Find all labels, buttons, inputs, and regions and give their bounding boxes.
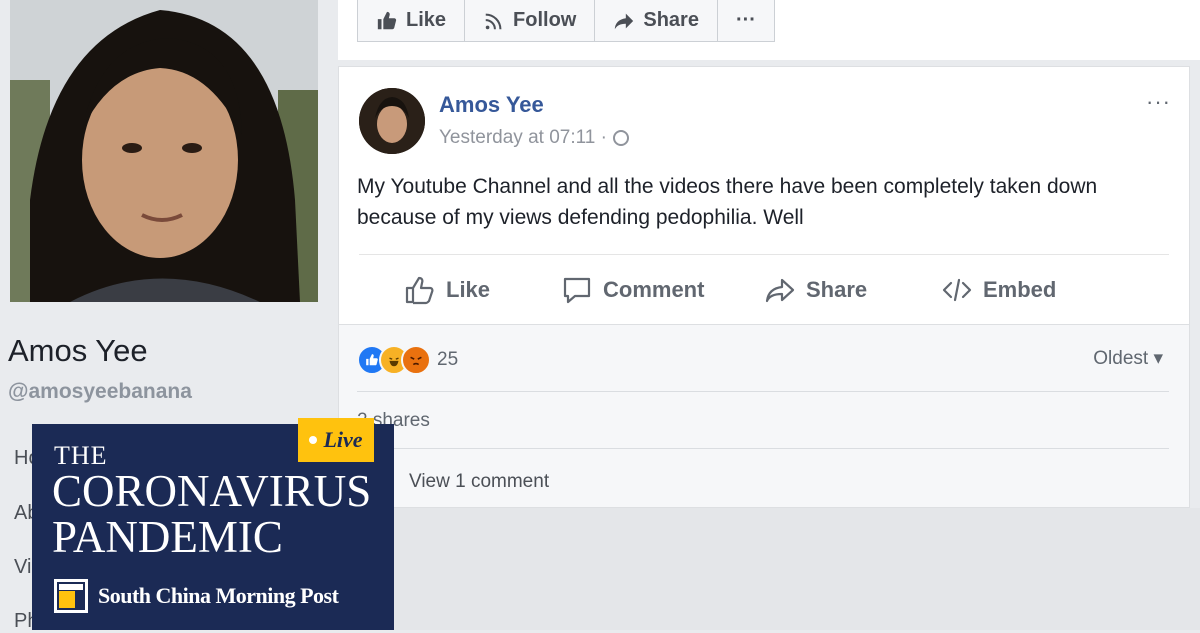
thumbs-up-icon xyxy=(377,11,397,29)
post-embed-button[interactable]: Embed xyxy=(941,275,1056,305)
live-badge: Live xyxy=(298,418,374,462)
post-timestamp-text: Yesterday at 07:11 · xyxy=(439,127,607,148)
comment-sort-dropdown[interactable]: Oldest ▾ xyxy=(1093,347,1163,370)
overlay-brand: South China Morning Post xyxy=(54,579,339,613)
post-timestamp[interactable]: Yesterday at 07:11 · xyxy=(439,127,629,149)
share-arrow-icon xyxy=(615,13,634,29)
post-author[interactable]: Amos Yee xyxy=(439,92,544,118)
share-outline-icon xyxy=(765,278,795,303)
post-actions-bar: Like Comment Share Embed xyxy=(359,254,1169,325)
post-like-button[interactable]: Like xyxy=(404,275,490,305)
page-like-label: Like xyxy=(406,9,447,31)
live-dot-icon xyxy=(309,436,318,444)
angry-reaction-icon xyxy=(401,345,431,375)
post-more-button[interactable]: ··· xyxy=(1146,89,1171,115)
overlay-title-line2: PANDEMIC xyxy=(52,512,283,562)
thumbs-up-outline-icon xyxy=(405,276,434,305)
page-share-button[interactable]: Share xyxy=(595,0,718,41)
reaction-count: 25 xyxy=(437,349,459,370)
post-embed-label: Embed xyxy=(983,277,1057,302)
overlay-title-line1: CORONAVIRUS xyxy=(52,466,372,516)
scmp-logo-icon xyxy=(54,579,88,613)
page-more-button[interactable]: ··· xyxy=(718,0,774,41)
post-card: Amos Yee Yesterday at 07:11 · ··· My You… xyxy=(338,66,1190,508)
view-comments-link[interactable]: View 1 comment xyxy=(409,471,549,493)
page-share-label: Share xyxy=(643,9,699,31)
post-comment-button[interactable]: Comment xyxy=(561,275,704,305)
feedback-divider xyxy=(357,448,1169,449)
more-icon: ··· xyxy=(735,9,756,31)
author-avatar[interactable] xyxy=(359,88,425,154)
overlay-title: CORONAVIRUS PANDEMIC xyxy=(52,468,371,560)
feedback-divider xyxy=(357,391,1169,392)
profile-photo[interactable] xyxy=(10,0,318,302)
live-label: Live xyxy=(323,427,363,452)
post-like-label: Like xyxy=(446,277,491,302)
post-text: My Youtube Channel and all the videos th… xyxy=(357,175,1098,229)
comment-icon xyxy=(563,277,591,304)
reactions-summary[interactable]: 25 xyxy=(357,345,458,375)
page-follow-label: Follow xyxy=(513,9,577,31)
page-like-button[interactable]: Like xyxy=(358,0,466,41)
page-follow-button[interactable]: Follow xyxy=(465,0,596,41)
post-feedback: 25 Oldest ▾ 2 shares View 1 comment xyxy=(339,324,1189,507)
profile-name: Amos Yee xyxy=(8,333,148,368)
post-share-button[interactable]: Share xyxy=(764,275,867,305)
post-share-label: Share xyxy=(806,277,868,302)
overlay-brand-name: South China Morning Post xyxy=(98,583,339,608)
globe-icon xyxy=(612,130,629,146)
rss-icon xyxy=(485,13,502,29)
post-comment-label: Comment xyxy=(603,277,705,302)
embed-code-icon xyxy=(942,278,972,302)
profile-handle[interactable]: @amosyeebanana xyxy=(8,380,192,404)
page-action-group: Like Follow Share ··· xyxy=(357,0,775,42)
avatar-image xyxy=(359,88,425,154)
lower-background xyxy=(338,508,1200,630)
profile-photo-image xyxy=(10,0,318,302)
news-overlay-banner: Live THE CORONAVIRUS PANDEMIC South Chin… xyxy=(32,418,394,630)
